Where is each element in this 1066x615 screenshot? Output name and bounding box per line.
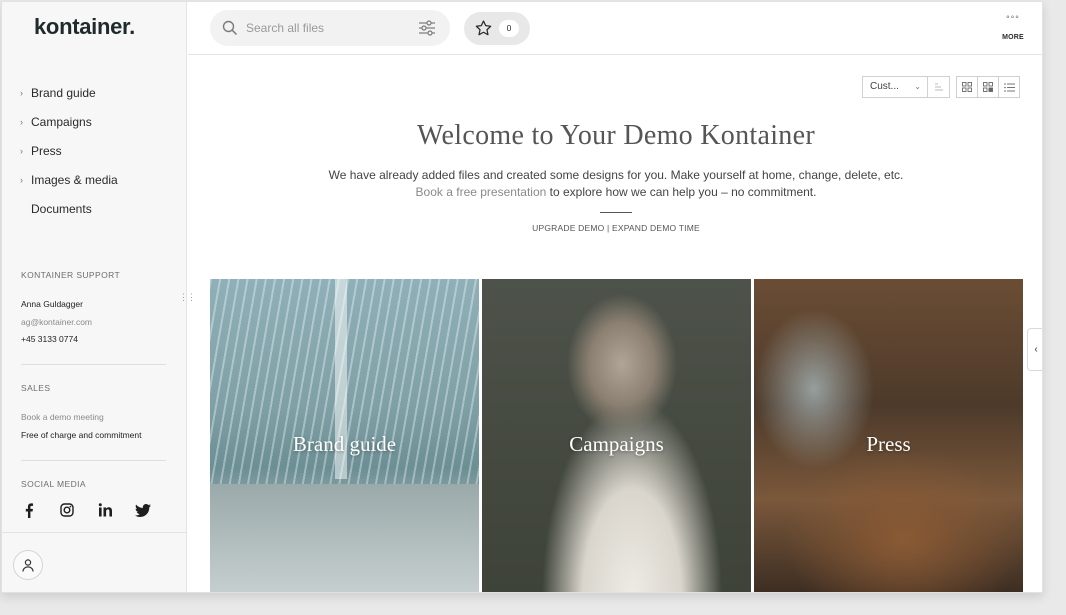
favorites-button[interactable]: 0 [464,12,530,45]
top-bar: 0 ◦◦◦ MORE [188,2,1042,55]
sidebar-item-label: Press [31,143,62,158]
tile-label: Campaigns [569,432,664,456]
sort-select[interactable]: Cust... ⌄ [862,76,928,98]
welcome-text-rest: to explore how we can help you – no comm… [546,185,817,199]
view-grid-large-button[interactable] [956,76,978,98]
chevron-down-icon: ⌄ [914,82,921,91]
divider [21,364,166,365]
facebook-icon[interactable] [21,502,37,518]
more-dots-icon: ◦◦◦ [1006,12,1020,23]
sidebar-item-brand-guide[interactable]: › Brand guide [20,78,118,107]
expand-demo-time-link[interactable]: EXPAND DEMO TIME [612,223,700,233]
chevron-right-icon: › [20,145,23,156]
sidebar-item-label: Images & media [31,172,118,187]
sales-title: SALES [21,383,51,393]
favorites-count-badge: 0 [499,20,519,37]
sidebar-item-campaigns[interactable]: › Campaigns [20,107,118,136]
sort-order-button[interactable] [928,76,950,98]
user-icon [22,558,34,572]
sidebar-nav: › Brand guide › Campaigns › Press › Imag… [20,78,118,223]
star-icon [475,20,492,36]
sales-book-demo-link[interactable]: Book a demo meeting [21,412,104,422]
filter-sliders-icon[interactable] [418,20,436,36]
divider [2,532,187,533]
chevron-left-icon: ‹ [1034,344,1038,355]
social-links [21,502,151,518]
view-mode-group [956,76,1020,98]
tile-image-detail [210,484,479,592]
upgrade-demo-link[interactable]: UPGRADE DEMO [532,223,604,233]
app-window: kontainer. › Brand guide › Campaigns › P… [1,1,1043,593]
more-menu-button[interactable]: ◦◦◦ MORE [1000,12,1026,41]
twitter-icon[interactable] [135,502,151,518]
search-input[interactable] [246,18,406,38]
tile-label: Press [866,432,911,456]
chevron-right-icon: › [20,116,23,127]
support-phone[interactable]: +45 3133 0774 [21,334,78,344]
demo-links: UPGRADE DEMO | EXPAND DEMO TIME [188,223,1042,233]
view-list-button[interactable] [998,76,1020,98]
search-bar [210,10,450,46]
grid-small-icon [983,82,993,92]
more-label: MORE [1002,34,1024,41]
drag-handle-icon[interactable]: ⋮⋮ [179,293,196,302]
sidebar-item-press[interactable]: › Press [20,136,118,165]
sidebar-item-label: Brand guide [31,85,96,100]
book-presentation-link[interactable]: Book a free presentation [416,185,547,199]
tile-brand-guide[interactable]: Brand guide [210,279,479,592]
panel-collapse-button[interactable]: ‹ [1027,328,1042,371]
folder-tiles: Brand guide Campaigns Press [210,279,1023,592]
link-separator: | [604,223,612,233]
sidebar-item-images-media[interactable]: › Images & media [20,165,118,194]
list-icon [1003,82,1015,92]
sort-order-icon [934,83,943,91]
tile-label: Brand guide [292,432,397,456]
chevron-right-icon: › [20,174,23,185]
view-grid-small-button[interactable] [977,76,999,98]
welcome-section: Welcome to Your Demo Kontainer We have a… [188,120,1042,233]
support-email[interactable]: ag@kontainer.com [21,317,92,327]
tile-campaigns[interactable]: Campaigns [482,279,751,592]
divider [21,460,166,461]
sidebar-item-label: Documents [31,201,92,216]
linkedin-icon[interactable] [97,502,113,518]
sidebar-item-label: Campaigns [31,114,92,129]
welcome-text-2: Book a free presentation to explore how … [188,185,1042,199]
sales-free-text: Free of charge and commitment [21,430,142,440]
support-title: KONTAINER SUPPORT [21,270,121,280]
profile-button[interactable] [13,550,43,580]
divider [600,212,632,213]
instagram-icon[interactable] [59,502,75,518]
sidebar: kontainer. › Brand guide › Campaigns › P… [2,2,196,592]
welcome-text: We have already added files and created … [328,168,904,182]
tile-press[interactable]: Press [754,279,1023,592]
logo[interactable]: kontainer. [34,14,135,40]
page-title: Welcome to Your Demo Kontainer [417,120,815,151]
support-name: Anna Guldagger [21,299,83,309]
search-icon[interactable] [222,20,238,36]
sidebar-item-documents[interactable]: Documents [20,194,118,223]
sort-select-value: Cust... [870,81,899,92]
grid-large-icon [962,82,972,92]
social-title: SOCIAL MEDIA [21,479,86,489]
chevron-right-icon: › [20,87,23,98]
